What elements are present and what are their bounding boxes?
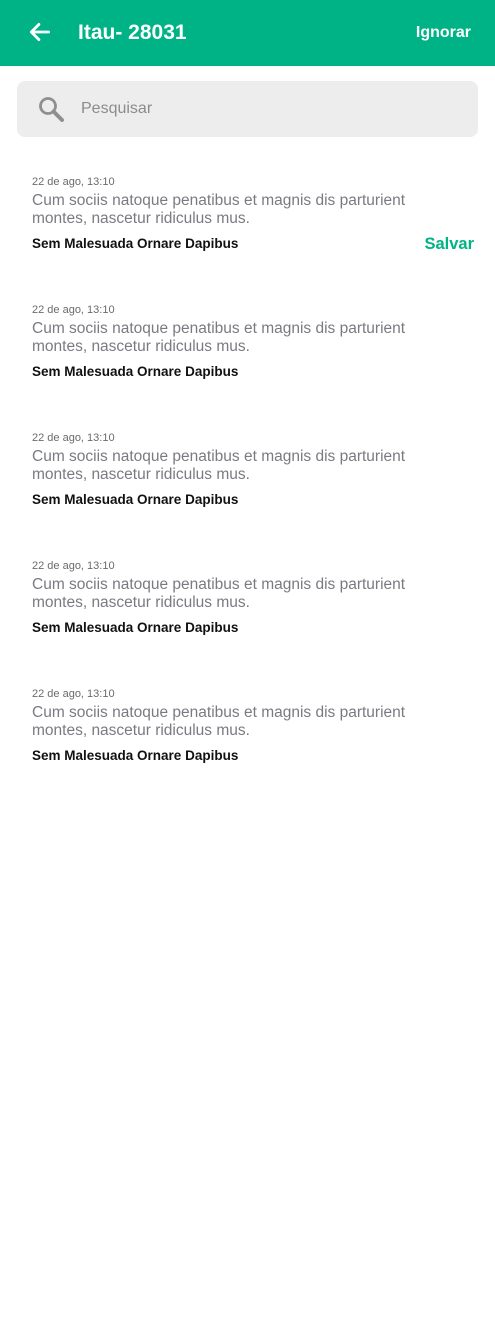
app-bar: Itau- 28031 Ignorar: [0, 0, 495, 66]
message-date: 22 de ago, 13:10: [32, 560, 115, 572]
message-date: 22 de ago, 13:10: [32, 304, 115, 316]
message-text: Cum sociis natoque penatibus et magnis d…: [32, 192, 406, 227]
app-screen: Itau- 28031 Ignorar 22 de ago, 13:10 Cum…: [0, 0, 495, 1324]
message-text: Cum sociis natoque penatibus et magnis d…: [32, 704, 406, 739]
search-input[interactable]: [81, 91, 461, 127]
message-text: Cum sociis natoque penatibus et magnis d…: [32, 320, 406, 355]
arrow-left-icon: [27, 19, 53, 50]
message-sender: Sem Malesuada Ornare Dapibus: [32, 236, 239, 251]
message-sender: Sem Malesuada Ornare Dapibus: [32, 748, 239, 763]
message-sender: Sem Malesuada Ornare Dapibus: [32, 492, 239, 507]
list-item[interactable]: 22 de ago, 13:10 Cum sociis natoque pena…: [32, 686, 462, 786]
message-date: 22 de ago, 13:10: [32, 176, 115, 188]
back-button[interactable]: [20, 14, 60, 54]
message-sender: Sem Malesuada Ornare Dapibus: [32, 620, 239, 635]
list-item[interactable]: 22 de ago, 13:10 Cum sociis natoque pena…: [32, 302, 462, 402]
message-text: Cum sociis natoque penatibus et magnis d…: [32, 576, 406, 611]
list-item[interactable]: 22 de ago, 13:10 Cum sociis natoque pena…: [32, 558, 462, 658]
list-item[interactable]: 22 de ago, 13:10 Cum sociis natoque pena…: [32, 430, 462, 530]
page-title: Itau- 28031: [78, 21, 187, 44]
message-text: Cum sociis natoque penatibus et magnis d…: [32, 448, 406, 483]
skip-button[interactable]: Ignorar: [416, 19, 471, 47]
message-date: 22 de ago, 13:10: [32, 432, 115, 444]
save-button[interactable]: Salvar: [424, 233, 474, 255]
message-date: 22 de ago, 13:10: [32, 688, 115, 700]
search-bar[interactable]: [17, 81, 478, 137]
message-sender: Sem Malesuada Ornare Dapibus: [32, 364, 239, 379]
list-item[interactable]: 22 de ago, 13:10 Cum sociis natoque pena…: [32, 174, 474, 274]
search-icon: [37, 95, 65, 123]
